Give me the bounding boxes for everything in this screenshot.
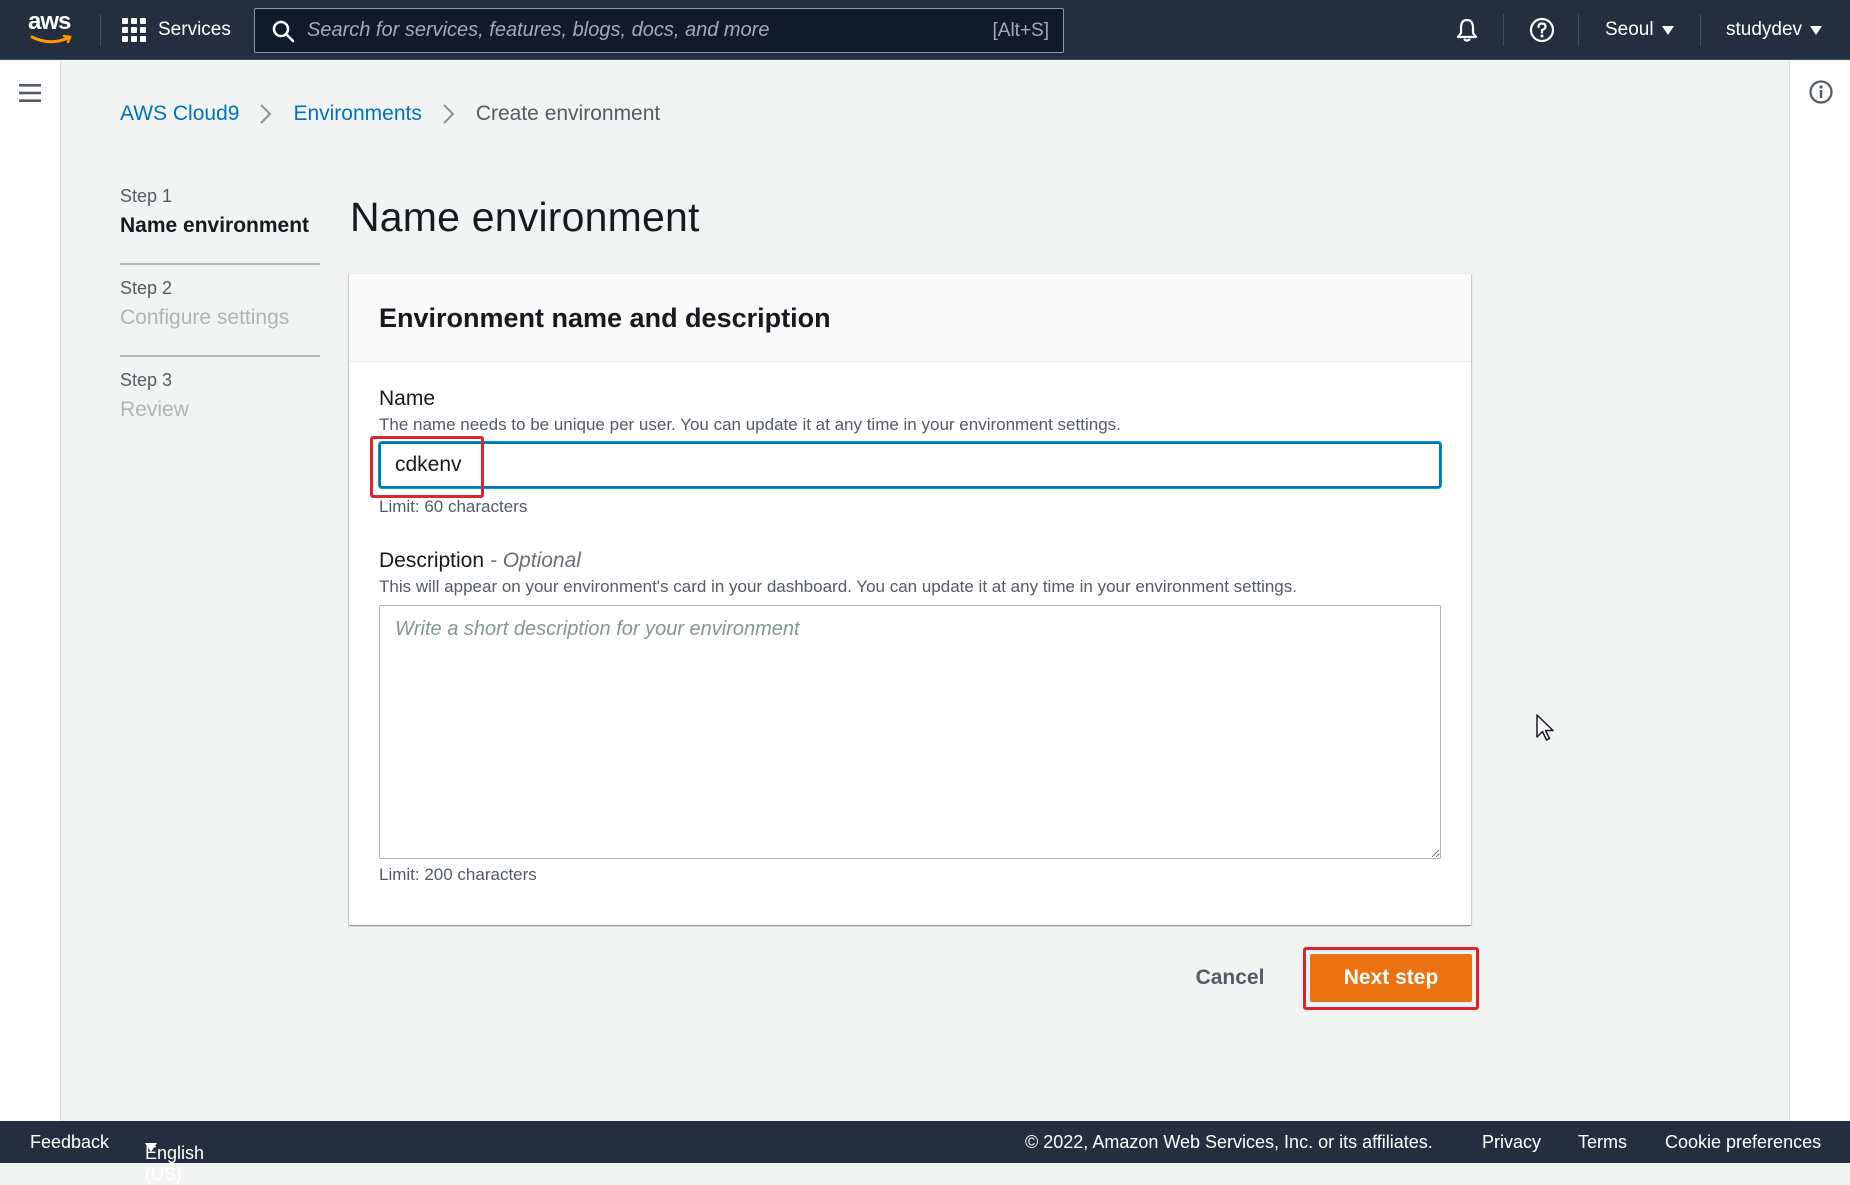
wizard-step-3: Step 3 Review — [120, 370, 320, 462]
page-title: Name environment — [350, 194, 700, 240]
step-title: Configure settings — [120, 306, 290, 329]
privacy-link[interactable]: Privacy — [1482, 1132, 1541, 1153]
environment-description-textarea[interactable] — [379, 605, 1441, 859]
panel-heading: Environment name and description — [379, 303, 831, 333]
nav-divider — [1578, 14, 1579, 46]
environment-name-input[interactable] — [379, 442, 1441, 488]
account-label: studydev — [1726, 19, 1803, 40]
region-selector[interactable]: Seoul — [1605, 16, 1674, 44]
wizard-step-2: Step 2 Configure settings — [120, 278, 320, 370]
environment-details-panel: Environment name and description Name Th… — [349, 273, 1471, 925]
description-label-text: Description — [379, 549, 485, 572]
nav-divider — [1503, 14, 1504, 46]
feedback-link[interactable]: Feedback — [30, 1132, 109, 1153]
copyright-text: © 2022, Amazon Web Services, Inc. or its… — [1025, 1132, 1433, 1152]
left-navigation-rail — [0, 61, 61, 1121]
info-icon[interactable] — [1808, 79, 1834, 105]
description-label: Description - Optional — [379, 549, 1441, 573]
nav-divider — [100, 14, 101, 46]
description-hint: This will appear on your environment's c… — [379, 577, 1297, 596]
optional-tag: - Optional — [489, 549, 581, 572]
breadcrumb-link-cloud9[interactable]: AWS Cloud9 — [120, 102, 239, 126]
panel-body: Name The name needs to be unique per use… — [349, 362, 1471, 885]
hamburger-menu-icon[interactable] — [18, 82, 42, 104]
chevron-right-icon — [443, 104, 455, 124]
cookie-preferences-link[interactable]: Cookie preferences — [1665, 1132, 1821, 1153]
search-input[interactable] — [307, 19, 993, 42]
aws-logo-text: aws — [28, 8, 71, 35]
terms-link[interactable]: Terms — [1578, 1132, 1627, 1153]
aws-smile-icon — [30, 34, 72, 44]
description-constraint: Limit: 200 characters — [379, 865, 537, 884]
step-number: Step 3 — [120, 370, 173, 390]
bell-icon[interactable] — [1453, 16, 1481, 44]
mouse-cursor-icon — [1536, 714, 1554, 741]
chevron-right-icon — [260, 104, 272, 124]
caret-down-icon — [145, 1143, 157, 1152]
services-menu-button[interactable]: Services — [122, 12, 231, 48]
help-icon[interactable] — [1528, 16, 1556, 44]
step-number: Step 2 — [120, 278, 173, 298]
account-menu[interactable]: studydev — [1726, 16, 1823, 44]
step-title: Name environment — [120, 214, 310, 237]
grid-icon — [122, 18, 146, 42]
panel-header: Environment name and description — [349, 274, 1471, 362]
breadcrumb: AWS Cloud9 Environments Create environme… — [120, 100, 660, 128]
step-title: Review — [120, 398, 189, 421]
top-navigation: aws Services [Alt+S] Seoul — [0, 0, 1850, 60]
caret-down-icon — [1661, 25, 1674, 35]
breadcrumb-current: Create environment — [475, 102, 661, 125]
search-shortcut: [Alt+S] — [992, 19, 1050, 41]
next-step-button[interactable]: Next step — [1310, 954, 1472, 1002]
search-icon — [272, 20, 295, 42]
caret-down-icon — [1810, 25, 1823, 35]
breadcrumb-link-environments[interactable]: Environments — [293, 102, 421, 126]
footer: Feedback English (US) © 2022, Amazon Web… — [0, 1121, 1850, 1184]
search-bar[interactable]: [Alt+S] — [254, 8, 1064, 53]
cancel-button[interactable]: Cancel — [1180, 956, 1280, 1000]
step-number: Step 1 — [120, 186, 173, 206]
name-constraint: Limit: 60 characters — [379, 497, 528, 516]
step-divider — [120, 355, 320, 357]
wizard-steps: Step 1 Name environment Step 2 Configure… — [120, 186, 320, 462]
name-label: Name — [379, 387, 436, 410]
aws-logo[interactable]: aws — [28, 10, 76, 48]
services-label: Services — [158, 19, 231, 40]
name-description: The name needs to be unique per user. Yo… — [379, 415, 1121, 434]
right-tools-rail — [1789, 61, 1850, 1121]
step-divider — [120, 263, 320, 265]
wizard-step-1[interactable]: Step 1 Name environment — [120, 186, 320, 278]
region-label: Seoul — [1605, 19, 1654, 40]
nav-divider — [1700, 14, 1701, 46]
